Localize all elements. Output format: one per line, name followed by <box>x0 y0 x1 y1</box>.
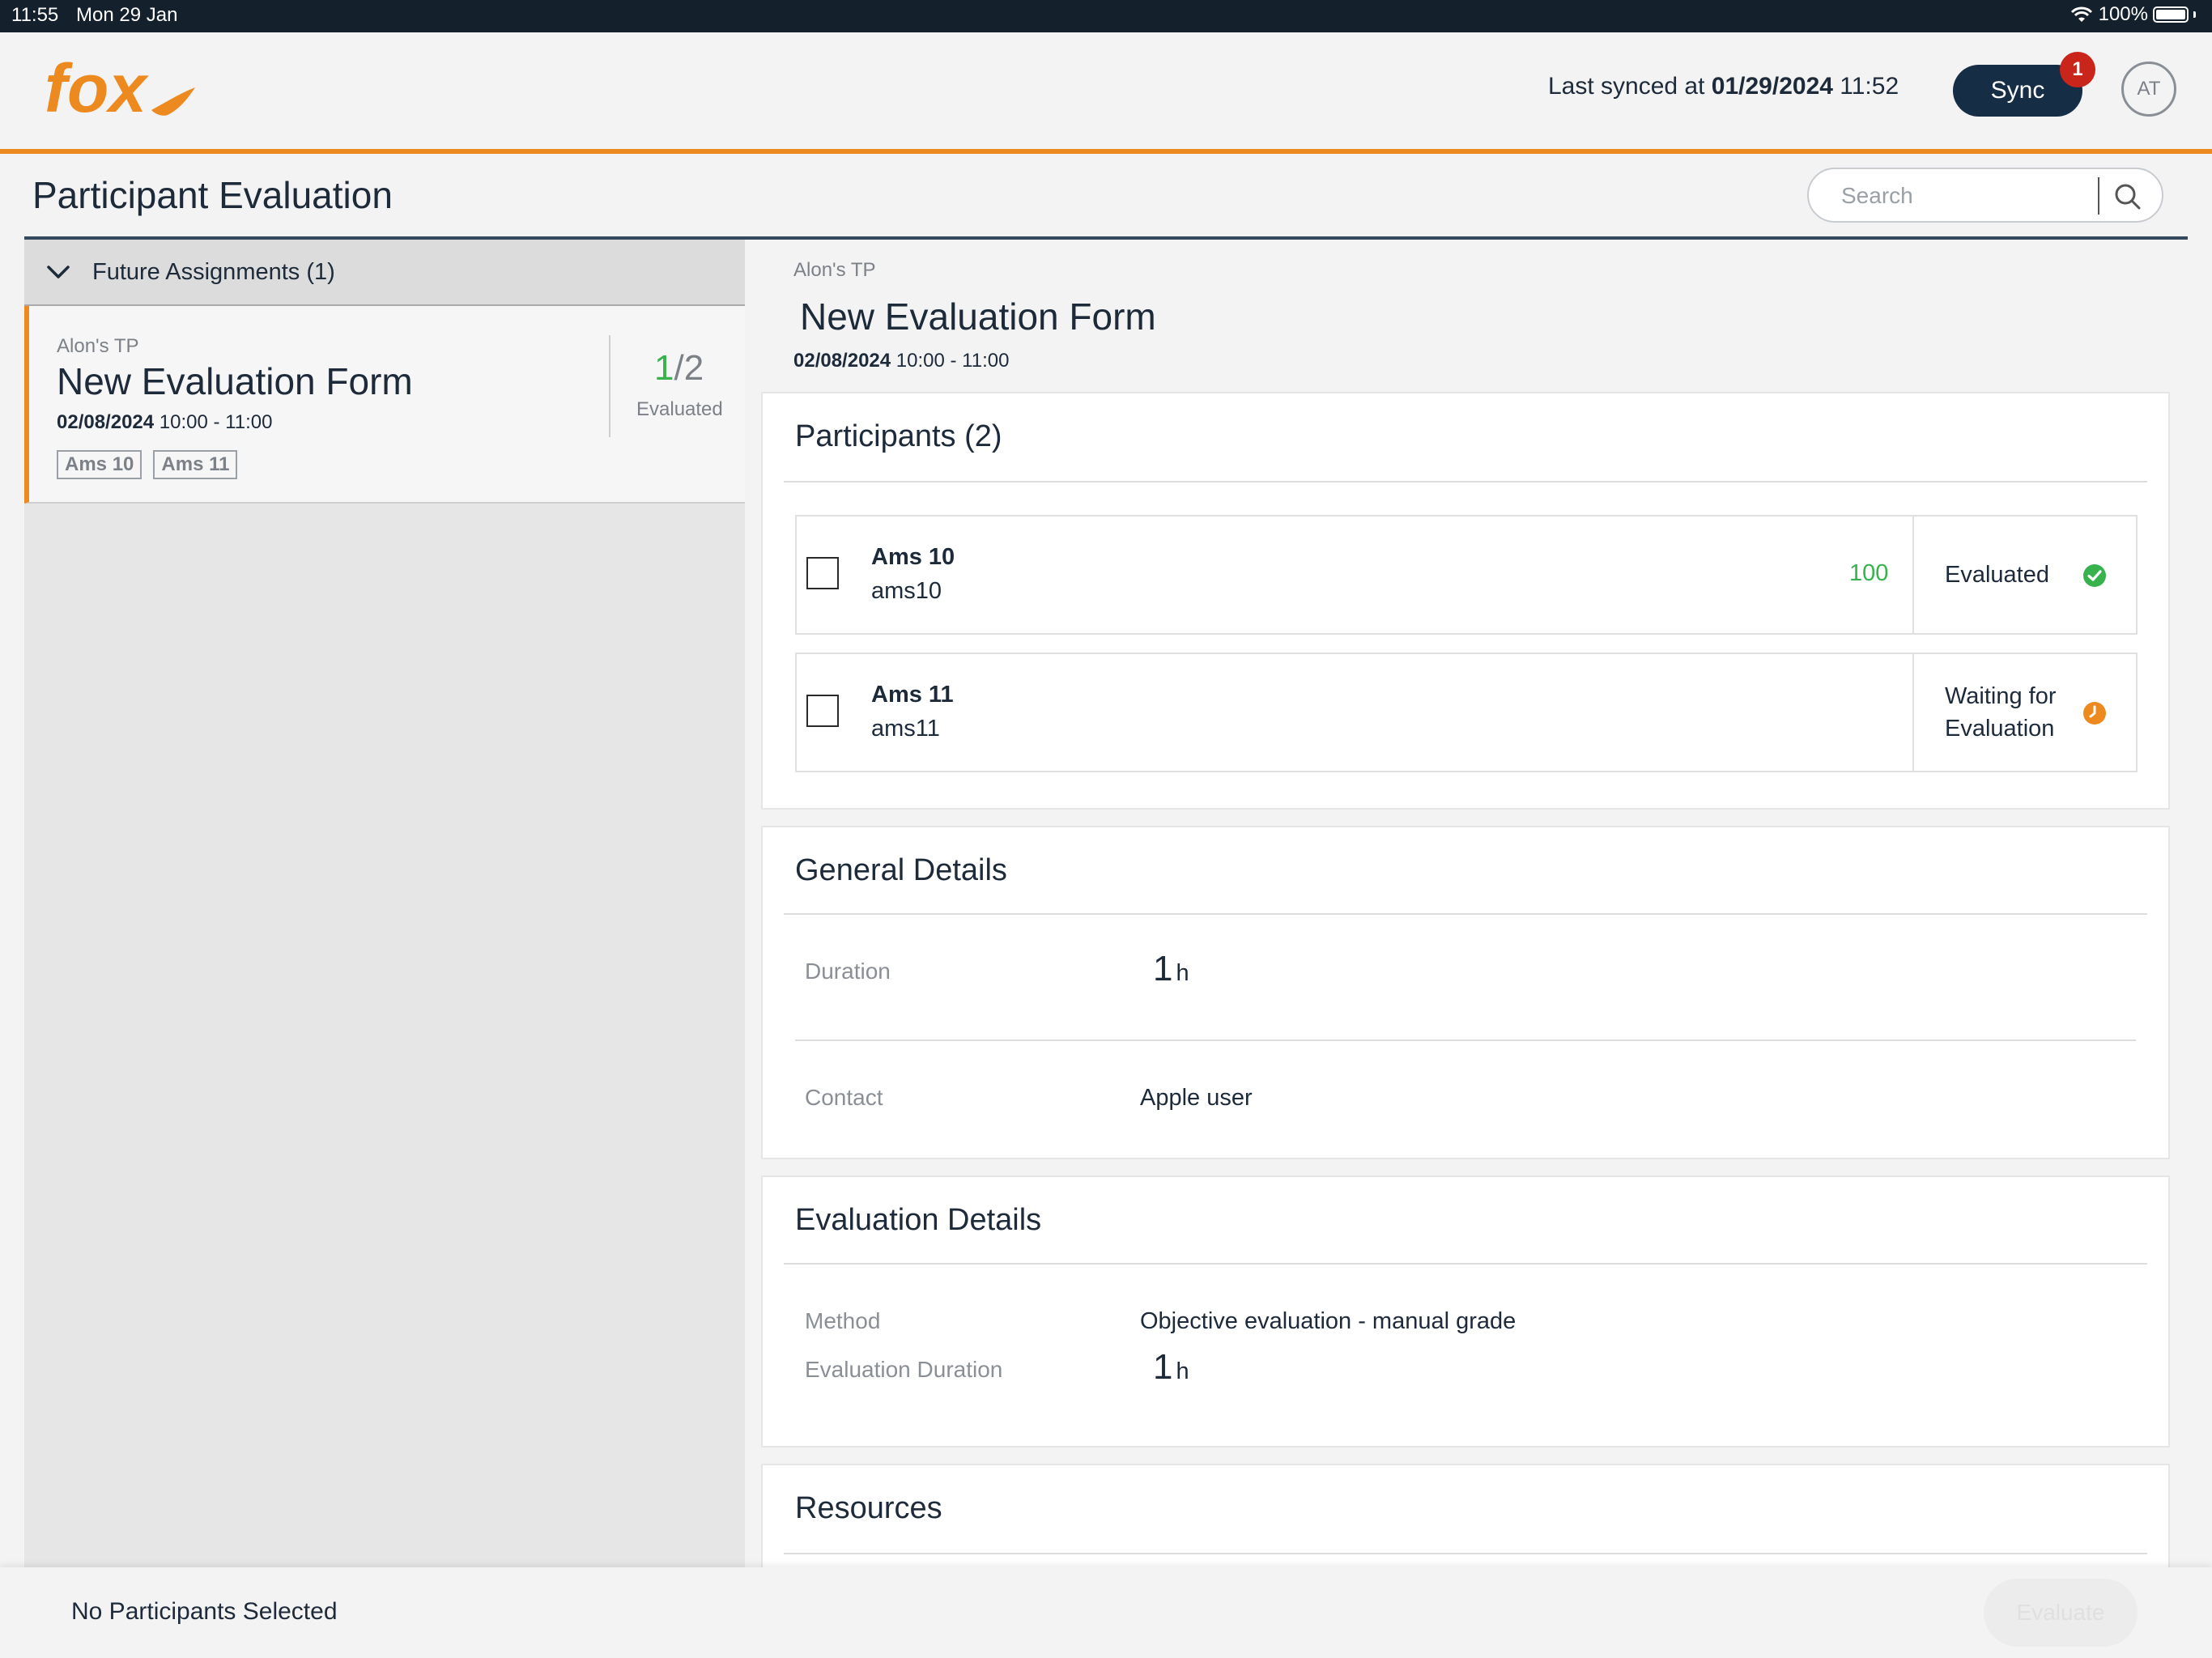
card-date: 02/08/2024 <box>57 411 155 433</box>
participant-checkbox[interactable] <box>806 695 839 727</box>
participant-row[interactable]: Ams 11 ams11 Waiting for Evaluation <box>795 653 2138 772</box>
method-value: Objective evaluation - manual grade <box>1140 1308 1516 1334</box>
participant-name: Ams 10 <box>871 544 955 570</box>
detail-time: 10:00 - 11:00 <box>891 350 1010 372</box>
general-details-title: General Details <box>795 853 1007 887</box>
resources-title: Resources <box>795 1491 942 1525</box>
participant-username: ams11 <box>871 716 940 742</box>
group-label: Future Assignments (1) <box>92 259 335 285</box>
participants-title: Participants (2) <box>795 419 1002 453</box>
participant-tag: Ams 11 <box>153 450 238 479</box>
bottom-action-bar: No Participants Selected Evaluate <box>0 1567 2212 1658</box>
participant-username: ams10 <box>871 578 942 604</box>
wifi-icon <box>2070 6 2092 22</box>
participant-checkbox[interactable] <box>806 557 839 589</box>
card-time: 10:00 - 11:00 <box>154 411 273 433</box>
status-line: Waiting for <box>1945 683 2057 709</box>
row-divider <box>795 1039 2136 1041</box>
card-divider <box>609 335 610 437</box>
participant-row[interactable]: Ams 10 ams10 100 Evaluated <box>795 515 2138 635</box>
evaluation-duration-label: Evaluation Duration <box>805 1357 1003 1382</box>
search-input[interactable] <box>1840 179 2118 213</box>
contact-value: Apple user <box>1140 1085 1253 1111</box>
duration-number: 1 <box>1153 949 1173 988</box>
card-tp: Alon's TP <box>57 335 139 357</box>
last-synced-prefix: Last synced at <box>1548 73 1712 100</box>
sync-badge: 1 <box>2060 52 2095 87</box>
status-line: Evaluation <box>1945 716 2055 742</box>
evaluated-total: /2 <box>674 348 704 388</box>
search-box[interactable] <box>1807 168 2163 223</box>
evaluation-duration-number: 1 <box>1153 1347 1173 1387</box>
status-time: 11:55 <box>11 4 59 26</box>
row-divider <box>1912 517 1914 633</box>
duration-value: 1h <box>1153 949 1189 989</box>
evaluated-count: 1 <box>654 348 674 388</box>
battery-percent: 100% <box>2098 3 2148 25</box>
last-synced-text: Last synced at 01/29/2024 11:52 <box>1548 73 1899 100</box>
participant-name: Ams 11 <box>871 682 954 708</box>
evaluation-duration-unit: h <box>1176 1358 1189 1384</box>
selection-message: No Participants Selected <box>71 1598 338 1625</box>
participant-status: Evaluated <box>1945 562 2049 588</box>
status-date: Mon 29 Jan <box>76 4 178 26</box>
chevron-down-icon[interactable] <box>44 257 73 287</box>
row-divider <box>1912 654 1914 771</box>
assignment-card[interactable]: Alon's TP New Evaluation Form 02/08/2024… <box>24 306 745 504</box>
evaluate-button[interactable]: Evaluate <box>1984 1579 2138 1647</box>
app-header: fox Last synced at 01/29/2024 11:52 Sync… <box>0 32 2212 154</box>
evaluation-details-section: Evaluation Details Method Objective eval… <box>761 1175 2170 1448</box>
status-right: 100% <box>2069 3 2196 26</box>
section-divider <box>784 1263 2147 1265</box>
section-divider <box>784 913 2147 915</box>
detail-title: New Evaluation Form <box>800 295 1156 338</box>
evaluated-label: Evaluated <box>636 398 723 420</box>
search-icon[interactable] <box>2112 181 2144 213</box>
detail-tp: Alon's TP <box>793 259 876 281</box>
future-assignments-group[interactable]: Future Assignments (1) <box>24 240 745 306</box>
battery-icon <box>2153 6 2189 23</box>
resources-section: Resources <box>761 1464 2170 1577</box>
last-synced-date: 01/29/2024 <box>1711 73 1833 100</box>
general-details-section: General Details Duration 1h Contact Appl… <box>761 826 2170 1159</box>
duration-unit: h <box>1176 960 1189 986</box>
evaluated-ratio: 1/2 <box>654 348 704 389</box>
section-divider <box>784 1553 2147 1554</box>
evaluation-duration-value: 1h <box>1153 1347 1189 1388</box>
participant-status: Waiting for Evaluation <box>1945 680 2057 745</box>
detail-datetime: 02/08/2024 10:00 - 11:00 <box>793 350 1009 372</box>
participant-score: 100 <box>1849 560 1889 586</box>
evaluation-details-title: Evaluation Details <box>795 1203 1042 1237</box>
section-divider <box>784 481 2147 483</box>
search-divider <box>2098 177 2099 215</box>
logo-text: fox <box>45 50 149 126</box>
avatar[interactable]: AT <box>2121 62 2176 117</box>
contact-label: Contact <box>805 1085 883 1110</box>
detail-date: 02/08/2024 <box>793 350 891 372</box>
card-datetime: 02/08/2024 10:00 - 11:00 <box>57 411 272 434</box>
card-title: New Evaluation Form <box>57 360 413 402</box>
battery-cap <box>2193 11 2196 18</box>
fox-logo: fox <box>45 50 195 126</box>
page-title: Participant Evaluation <box>32 174 393 216</box>
status-bar: 11:55 Mon 29 Jan 100% <box>0 0 2212 32</box>
method-label: Method <box>805 1308 881 1333</box>
check-circle-icon <box>2083 564 2106 587</box>
participant-tag: Ams 10 <box>57 450 143 479</box>
last-synced-time: 11:52 <box>1832 73 1899 100</box>
duration-label: Duration <box>805 959 891 984</box>
participants-section: Participants (2) Ams 10 ams10 100 Evalua… <box>761 392 2170 810</box>
card-tags: Ams 10 Ams 11 <box>57 450 238 479</box>
clock-icon <box>2083 702 2106 725</box>
